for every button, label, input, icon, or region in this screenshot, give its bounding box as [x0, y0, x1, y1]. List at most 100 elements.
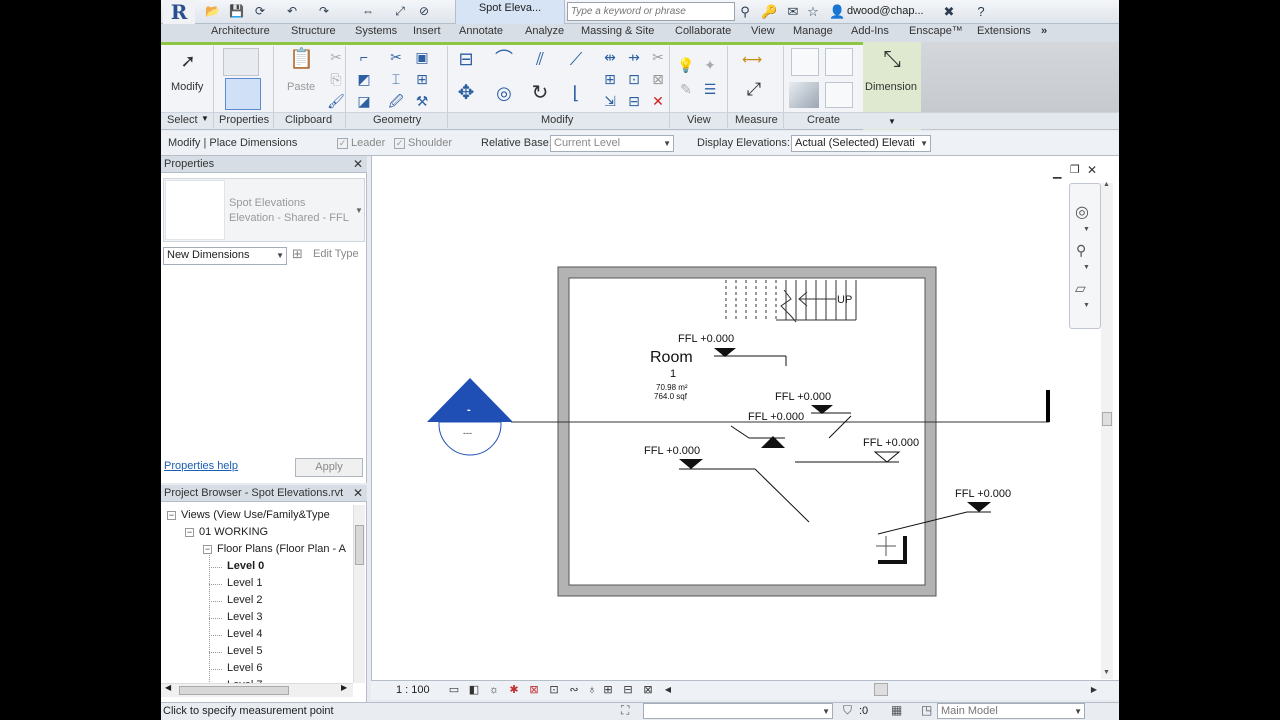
tab-view[interactable]: View — [751, 25, 775, 37]
zoom-icon[interactable]: ⚲ — [1076, 242, 1086, 259]
tree-item[interactable]: 01 WORKING — [199, 526, 268, 538]
design-option-select[interactable]: Main Model ▼ — [937, 703, 1085, 719]
type-properties-icon[interactable] — [223, 48, 259, 76]
sun-path-icon[interactable]: ☼ — [487, 683, 501, 697]
section-head[interactable] — [427, 378, 513, 456]
mirror-draw-icon[interactable]: ⟋ — [567, 50, 585, 68]
lightbulb-icon[interactable]: 💡 — [677, 56, 695, 74]
wall-joins-icon[interactable]: ⌶ — [387, 70, 405, 88]
tab-extensions[interactable]: Extensions — [977, 25, 1031, 37]
panel-view[interactable]: View — [687, 114, 711, 126]
exchange-apps-icon[interactable]: ✖ — [941, 4, 957, 20]
scroll-left-icon[interactable]: ◀ — [165, 683, 171, 692]
relative-base-select[interactable]: Current Level ▼ — [550, 135, 674, 152]
help-icon[interactable]: ? — [973, 4, 989, 20]
cut-icon[interactable]: ✂ — [327, 48, 345, 66]
tab-architecture[interactable]: Architecture — [211, 25, 270, 37]
hammer-icon[interactable]: ⚒ — [413, 92, 431, 110]
split-face-icon[interactable]: ✂ — [387, 48, 405, 66]
tab-insert[interactable]: Insert — [413, 25, 441, 37]
leader-checkbox[interactable]: ✓ — [337, 138, 348, 149]
chevron-down-icon[interactable]: ▼ — [1083, 264, 1090, 271]
panel-properties[interactable]: Properties — [219, 114, 269, 126]
undo-icon[interactable]: ↶ — [285, 4, 299, 18]
measure-along-icon[interactable]: ⤢ — [739, 80, 769, 98]
floor-plan-drawing[interactable]: UP Room 1 70.98 m² 764.0 sqf - --- FFL +… — [371, 156, 1101, 680]
subscription-key-icon[interactable]: 🔑 — [761, 4, 777, 20]
constraints-icon[interactable]: ⊟ — [621, 683, 635, 697]
chevron-down-icon[interactable]: ▼ — [201, 114, 209, 123]
dimension-button[interactable]: Dimension — [865, 81, 917, 93]
cut-geometry-icon[interactable]: ◩ — [355, 70, 373, 88]
tab-collaborate[interactable]: Collaborate — [675, 25, 731, 37]
tab-systems[interactable]: Systems — [355, 25, 397, 37]
match-properties-icon[interactable]: 🖌 — [327, 92, 345, 110]
display-elevations-select[interactable]: Actual (Selected) Elevati ▼ — [791, 135, 931, 152]
tab-add-ins[interactable]: Add-Ins — [851, 25, 889, 37]
edit-type-button[interactable]: Edit Type — [313, 248, 359, 260]
beam-join-icon[interactable]: ⊞ — [413, 70, 431, 88]
scroll-right-icon[interactable]: ▶ — [1087, 683, 1101, 697]
scroll-thumb[interactable] — [355, 525, 364, 565]
panel-clipboard[interactable]: Clipboard — [285, 114, 332, 126]
2d-wheel-icon[interactable]: ▱ — [1075, 280, 1086, 297]
tab-annotate[interactable]: Annotate — [459, 25, 503, 37]
save-icon[interactable]: 💾 — [229, 4, 244, 18]
thin-lines-icon[interactable]: ☰ — [701, 80, 719, 98]
unpin-icon[interactable]: ⊟ — [625, 92, 643, 110]
detail-level-icon[interactable]: ▭ — [447, 683, 461, 697]
panel-measure[interactable]: Measure — [735, 114, 778, 126]
copy-icon[interactable]: ⎘ — [327, 70, 345, 88]
create-assembly-icon[interactable] — [825, 82, 853, 108]
tree-expander-icon[interactable]: − — [167, 511, 176, 520]
editable-only-icon[interactable]: ▦ — [891, 703, 902, 717]
create-group-icon[interactable] — [825, 48, 853, 76]
demolish-icon[interactable]: ▣ — [413, 48, 431, 66]
split-gap-icon[interactable]: ⇸ — [625, 48, 643, 66]
binoculars-icon[interactable]: ⚲ — [737, 4, 753, 20]
temporary-hide-icon[interactable]: ∾ — [567, 683, 581, 697]
paste-button[interactable]: Paste — [287, 81, 315, 93]
sync-icon[interactable]: ⟳ — [253, 4, 267, 18]
trim-icon[interactable]: ✂ — [649, 48, 667, 66]
delete-icon[interactable]: ✕ — [649, 92, 667, 110]
tree-expander-icon[interactable]: − — [203, 545, 212, 554]
user-name[interactable]: dwood@chap... — [847, 5, 924, 17]
tree-item[interactable]: Level 4 — [227, 628, 262, 640]
override-graphics-icon[interactable]: ✦ — [701, 56, 719, 74]
tree-item[interactable]: Floor Plans (Floor Plan - A — [217, 543, 346, 555]
join-icon[interactable]: ◪ — [355, 92, 373, 110]
copy-element-icon[interactable]: ◎ — [495, 84, 513, 102]
user-icon[interactable]: 👤 — [829, 4, 845, 20]
tree-item[interactable]: Level 1 — [227, 577, 262, 589]
scroll-thumb[interactable] — [179, 686, 289, 695]
scroll-thumb[interactable] — [1102, 412, 1112, 426]
design-options-icon[interactable]: ◳ — [921, 703, 932, 717]
chevron-down-icon[interactable]: ▼ — [1083, 226, 1090, 233]
crop-view-icon[interactable]: ⊠ — [527, 683, 541, 697]
tab-enscape[interactable]: Enscape™ — [909, 25, 963, 37]
rotate-icon[interactable]: ↻ — [531, 83, 549, 103]
analytical-model-icon[interactable]: ⊞ — [601, 683, 615, 697]
shoulder-checkbox[interactable]: ✓ — [394, 138, 405, 149]
panel-select[interactable]: Select — [167, 114, 198, 126]
tab-massing-site[interactable]: Massing & Site — [581, 25, 654, 37]
instance-filter-select[interactable]: New Dimensions ▼ — [163, 247, 287, 265]
filter-icon[interactable]: ⛉ — [843, 703, 852, 718]
paint-icon[interactable]: 🖉 — [387, 92, 405, 110]
tree-expander-icon[interactable]: − — [185, 528, 194, 537]
unlock-icon[interactable]: ⊠ — [649, 70, 667, 88]
more-tabs-icon[interactable]: » — [1041, 25, 1047, 37]
mirror-axis-icon[interactable]: ⫽ — [531, 50, 549, 68]
scale-icon[interactable]: ⇲ — [601, 92, 619, 110]
close-icon[interactable]: ✕ — [353, 485, 363, 502]
properties-icon[interactable] — [225, 78, 261, 110]
tab-manage[interactable]: Manage — [793, 25, 833, 37]
aligned-dimension-icon[interactable]: ⤢ — [393, 4, 407, 18]
scroll-right-icon[interactable]: ▶ — [341, 683, 347, 692]
cursor-arrow-icon[interactable]: ➚ — [179, 52, 197, 70]
split-element-icon[interactable]: ⇹ — [601, 48, 619, 66]
show-crop-icon[interactable]: ⊡ — [547, 683, 561, 697]
scroll-down-icon[interactable]: ▼ — [1103, 669, 1110, 676]
scroll-left-icon[interactable]: ◀ — [661, 683, 675, 697]
